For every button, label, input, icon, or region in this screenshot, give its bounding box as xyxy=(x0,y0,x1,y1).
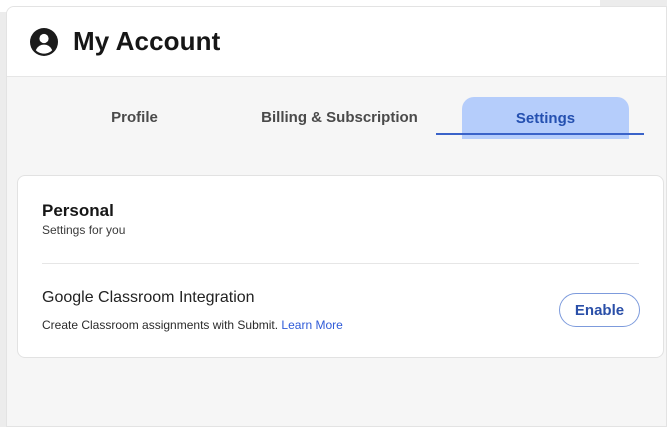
personal-settings-card: Personal Settings for you Google Classro… xyxy=(17,175,664,358)
tab-profile[interactable]: Profile xyxy=(57,95,212,139)
tab-billing-subscription[interactable]: Billing & Subscription xyxy=(247,95,432,139)
integration-description-text: Create Classroom assignments with Submit… xyxy=(42,318,282,332)
page-title: My Account xyxy=(73,26,221,56)
account-window: My Account Profile Billing & Subscriptio… xyxy=(6,6,667,427)
account-circle-icon xyxy=(30,27,58,56)
section-title: Personal xyxy=(42,201,114,220)
enable-button[interactable]: Enable xyxy=(559,293,640,327)
active-tab-underline xyxy=(436,133,644,135)
section-subtitle: Settings for you xyxy=(42,223,126,237)
integration-description: Create Classroom assignments with Submit… xyxy=(42,318,343,332)
section-divider xyxy=(42,263,639,264)
integration-title: Google Classroom Integration xyxy=(42,289,255,306)
learn-more-link[interactable]: Learn More xyxy=(281,318,342,332)
page-header: My Account xyxy=(7,7,666,77)
